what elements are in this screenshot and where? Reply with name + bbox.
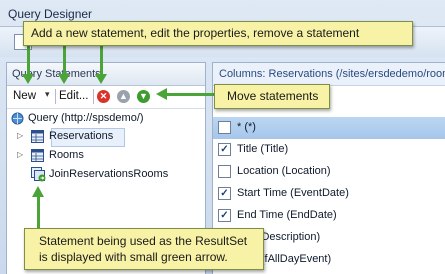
join-resultset-icon bbox=[31, 167, 46, 182]
arrowhead-edit bbox=[58, 74, 70, 84]
callout-text-line2: is displayed with small green arrow. bbox=[39, 250, 228, 264]
column-checkbox[interactable]: ✓ bbox=[218, 209, 231, 222]
window-title: Query Designer bbox=[8, 7, 93, 21]
column-row[interactable]: ✓ Start Time (EventDate) bbox=[213, 183, 445, 205]
tree-item-join[interactable]: JoinReservationsRooms bbox=[7, 166, 205, 184]
column-checkbox[interactable]: ✓ bbox=[218, 143, 231, 156]
column-checkbox[interactable]: ✓ bbox=[218, 187, 231, 200]
callout-resultset: Statement being used as the ResultSet is… bbox=[24, 228, 264, 270]
column-row[interactable]: * (*) bbox=[213, 117, 445, 139]
arrow-new bbox=[27, 46, 30, 76]
move-up-icon[interactable]: ▲ bbox=[117, 90, 130, 103]
callout-text: Add a new statement, edit the properties… bbox=[31, 26, 360, 40]
tree-item-rooms[interactable]: ▷ Rooms bbox=[7, 147, 205, 165]
column-label: Start Time (EventDate) bbox=[237, 187, 349, 199]
list-table-icon bbox=[31, 149, 44, 162]
arrowhead-new bbox=[22, 74, 34, 84]
column-label: Location (Location) bbox=[237, 165, 331, 177]
expand-arrow-icon[interactable]: ▷ bbox=[17, 131, 23, 140]
edit-button[interactable]: Edit... bbox=[59, 90, 88, 102]
screenshot-root: Query Designer Query Statements New ▾ Ed… bbox=[0, 0, 445, 274]
toolbar-separator bbox=[55, 89, 56, 104]
tree-root-row[interactable]: Query (http://spsdemo/) bbox=[7, 110, 205, 128]
statements-toolbar: New ▾ Edit... ✕ ▲ ▼ bbox=[7, 86, 205, 109]
arrow-remove bbox=[100, 46, 103, 76]
column-checkbox[interactable] bbox=[218, 121, 231, 134]
arrow-move bbox=[165, 93, 215, 96]
columns-header-text: Columns: Reservations (/sites/ersdedemo/… bbox=[219, 68, 445, 80]
expand-arrow-icon[interactable]: ▷ bbox=[17, 150, 23, 159]
column-row[interactable]: ✓ End Time (EndDate) bbox=[213, 205, 445, 227]
callout-text-line1: Statement being used as the ResultSet bbox=[39, 234, 248, 248]
arrow-edit bbox=[63, 46, 66, 76]
arrowhead-resultset bbox=[32, 186, 44, 197]
tree-item-label: Rooms bbox=[49, 149, 84, 161]
move-down-icon[interactable]: ▼ bbox=[137, 90, 150, 103]
tree-item-reservations[interactable]: ▷ Reservations bbox=[7, 128, 205, 147]
column-label: End Time (EndDate) bbox=[237, 209, 337, 221]
column-row[interactable]: ✓ Title (Title) bbox=[213, 139, 445, 161]
query-root-icon bbox=[11, 112, 24, 125]
tree-item-label: Reservations bbox=[49, 130, 114, 142]
arrow-resultset bbox=[37, 196, 40, 228]
arrowhead-remove bbox=[95, 74, 107, 84]
column-row[interactable]: Location (Location) bbox=[213, 161, 445, 183]
arrowhead-move bbox=[156, 88, 167, 100]
callout-move-statements: Move statements bbox=[214, 84, 330, 109]
remove-statement-icon[interactable]: ✕ bbox=[97, 90, 110, 103]
column-label: * (*) bbox=[237, 121, 256, 133]
new-dropdown-caret-icon[interactable]: ▾ bbox=[45, 89, 50, 100]
columns-header: Columns: Reservations (/sites/ersdedemo/… bbox=[213, 63, 445, 86]
tree-item-label: JoinReservationsRooms bbox=[49, 168, 169, 180]
list-table-icon bbox=[31, 130, 44, 143]
new-button[interactable]: New bbox=[13, 90, 36, 102]
callout-toolbar-actions: Add a new statement, edit the properties… bbox=[23, 21, 413, 46]
tree-root-label: Query (http://spsdemo/) bbox=[28, 112, 144, 124]
column-label: Title (Title) bbox=[237, 143, 289, 155]
column-checkbox[interactable] bbox=[218, 165, 231, 178]
toolbar-separator bbox=[93, 89, 94, 104]
callout-text: Move statements bbox=[227, 89, 319, 103]
